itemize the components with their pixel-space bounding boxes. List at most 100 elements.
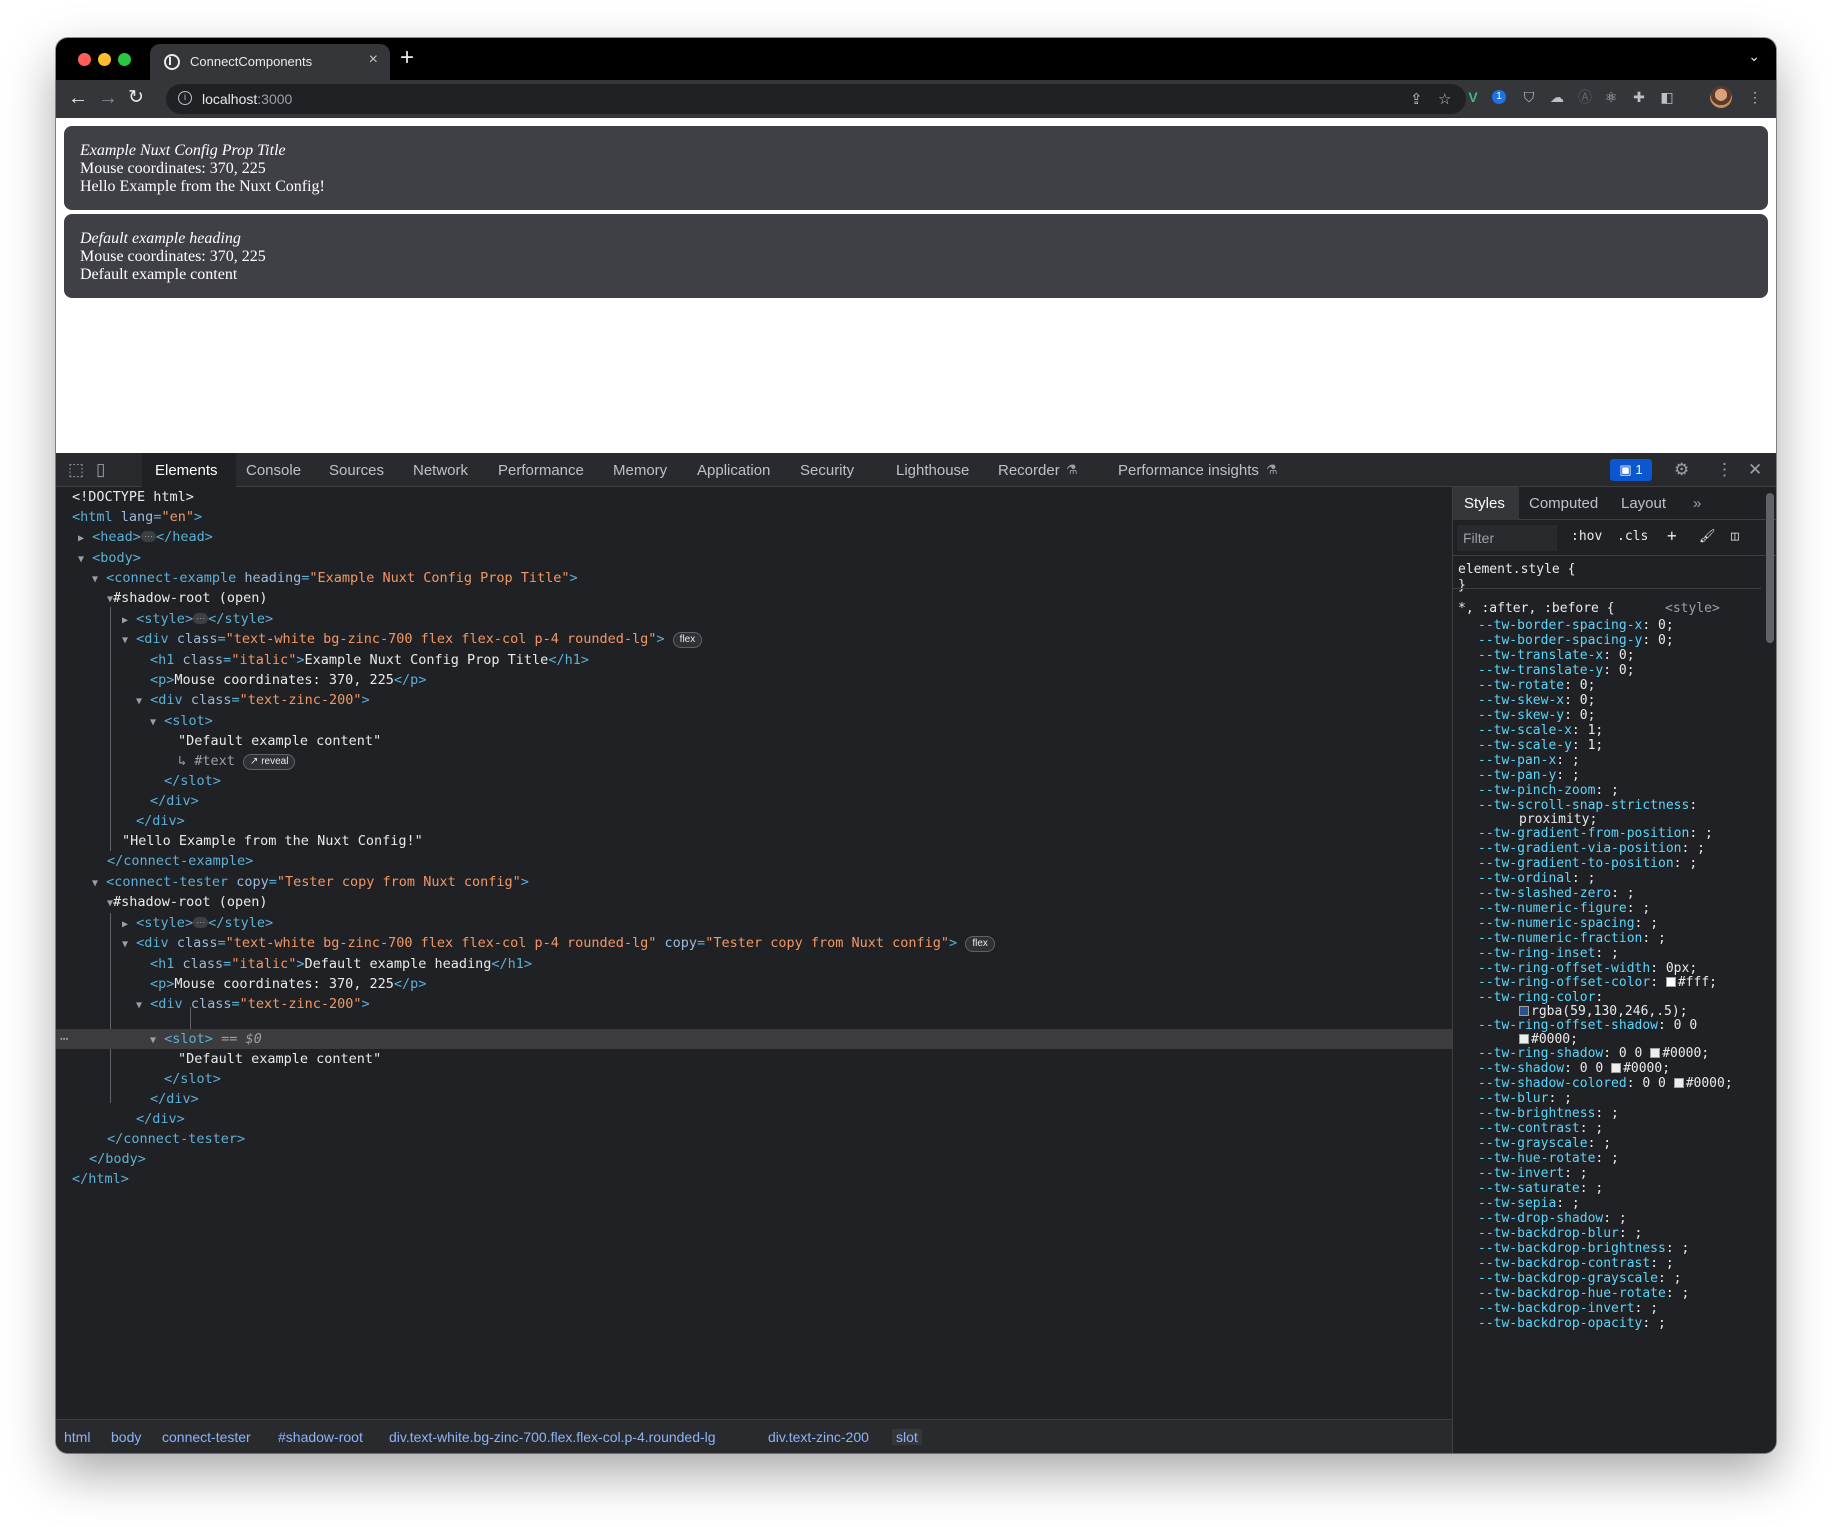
elements-tree[interactable]: ⋯ <!DOCTYPE html> <html lang="en"> ▶ <he… xyxy=(56,487,1452,1419)
breadcrumb-item[interactable]: #shadow-root xyxy=(278,1429,363,1445)
dom-node[interactable]: </div> xyxy=(136,811,185,831)
css-property[interactable]: --tw-translate-y: 0; xyxy=(1478,663,1635,678)
css-property[interactable]: --tw-backdrop-brightness: ; xyxy=(1478,1241,1689,1256)
paint-brush-icon[interactable]: 🖌 xyxy=(1699,529,1716,544)
hover-state-toggle[interactable]: :hov xyxy=(1571,529,1602,544)
reload-button[interactable]: ↻ xyxy=(128,86,144,110)
css-property[interactable]: --tw-ordinal: ; xyxy=(1478,871,1595,886)
dom-node[interactable]: </slot> xyxy=(164,771,221,791)
css-property[interactable]: --tw-scale-x: 1; xyxy=(1478,723,1603,738)
css-property[interactable]: --tw-pinch-zoom: ; xyxy=(1478,783,1619,798)
css-property[interactable]: --tw-ring-shadow: 0 0 #0000; xyxy=(1478,1046,1709,1061)
css-property[interactable]: --tw-scroll-snap-strictness: xyxy=(1478,798,1697,813)
css-property[interactable]: --tw-ring-offset-color: #fff; xyxy=(1478,975,1717,990)
devtools-menu-icon[interactable]: ⋮ xyxy=(1716,460,1733,480)
dom-node[interactable]: </connect-example> xyxy=(107,851,253,871)
tab-security[interactable]: Security xyxy=(800,462,854,479)
css-value[interactable]: #0000; xyxy=(1519,1032,1578,1047)
breadcrumb-item[interactable]: slot xyxy=(892,1429,922,1445)
css-property[interactable]: --tw-backdrop-hue-rotate: ; xyxy=(1478,1286,1689,1301)
inspect-element-icon[interactable]: ⬚ xyxy=(68,460,84,480)
tab-elements[interactable]: Elements xyxy=(155,462,218,479)
dom-node[interactable]: ▼ <div class="text-white bg-zinc-700 fle… xyxy=(122,629,703,649)
css-property[interactable]: --tw-gradient-to-position: ; xyxy=(1478,856,1697,871)
css-property[interactable]: --tw-numeric-fraction: ; xyxy=(1478,931,1666,946)
toggle-sidebar-icon[interactable]: ◫ xyxy=(1731,529,1739,544)
css-property[interactable]: --tw-slashed-zero: ; xyxy=(1478,886,1635,901)
tab-computed[interactable]: Computed xyxy=(1529,495,1598,512)
address-bar[interactable]: i localhost:3000 ⇪ ☆ xyxy=(166,84,1466,114)
tab-search-chevron-icon[interactable]: ⌄ xyxy=(1748,48,1760,65)
css-value[interactable]: proximity; xyxy=(1519,812,1597,827)
password-manager-extension-icon[interactable]: 1 xyxy=(1492,90,1506,104)
tab-lighthouse[interactable]: Lighthouse xyxy=(896,462,969,479)
close-devtools-icon[interactable]: ✕ xyxy=(1748,460,1762,480)
css-property[interactable]: --tw-skew-y: 0; xyxy=(1478,708,1595,723)
browser-tab[interactable]: ConnectComponents × xyxy=(150,44,390,80)
tab-layout[interactable]: Layout xyxy=(1621,495,1666,512)
dom-node[interactable]: ▼ <body> xyxy=(78,548,141,568)
browser-menu-icon[interactable]: ⋮ xyxy=(1746,88,1764,106)
dom-node[interactable]: </div> xyxy=(150,1089,199,1109)
node-actions-ellipsis[interactable]: ⋯ xyxy=(60,1029,68,1049)
css-property[interactable]: --tw-numeric-spacing: ; xyxy=(1478,916,1658,931)
css-property[interactable]: --tw-backdrop-opacity: ; xyxy=(1478,1316,1666,1331)
breadcrumb-item[interactable]: body xyxy=(111,1429,141,1445)
back-button[interactable]: ← xyxy=(68,86,88,110)
css-property[interactable]: --tw-scale-y: 1; xyxy=(1478,738,1603,753)
bookmark-star-icon[interactable]: ☆ xyxy=(1438,90,1451,108)
css-property[interactable]: --tw-grayscale: ; xyxy=(1478,1136,1611,1151)
dom-node[interactable]: ▼ <connect-example heading="Example Nuxt… xyxy=(92,568,578,588)
css-property[interactable]: --tw-gradient-from-position: ; xyxy=(1478,826,1713,841)
close-window-button[interactable] xyxy=(78,53,91,66)
dom-node[interactable]: ▼#shadow-root (open) xyxy=(107,892,267,912)
dom-node[interactable]: <html lang="en"> xyxy=(72,507,202,527)
dom-node[interactable]: ↳ #text ↗ reveal xyxy=(178,751,296,771)
dom-node[interactable]: </connect-tester> xyxy=(107,1129,245,1149)
tab-recorder[interactable]: Recorder xyxy=(998,462,1060,479)
css-property[interactable]: --tw-pan-y: ; xyxy=(1478,768,1580,783)
react-extension-icon[interactable]: ⚛ xyxy=(1602,88,1620,106)
cloud-extension-icon[interactable]: ☁ xyxy=(1548,88,1566,106)
side-panel-icon[interactable]: ◧ xyxy=(1658,88,1676,106)
breadcrumb-item[interactable]: div.text-white.bg-zinc-700.flex.flex-col… xyxy=(389,1429,716,1445)
dom-node[interactable]: </html> xyxy=(72,1169,129,1189)
css-property[interactable]: --tw-gradient-via-position: ; xyxy=(1478,841,1705,856)
dom-node[interactable]: ▼ <div class="text-zinc-200"> xyxy=(136,690,370,710)
tab-console[interactable]: Console xyxy=(246,462,301,479)
css-property[interactable]: --tw-backdrop-grayscale: ; xyxy=(1478,1271,1682,1286)
device-toolbar-icon[interactable]: ▯ xyxy=(96,460,105,480)
dom-node[interactable]: ▼ <div class="text-zinc-200"> xyxy=(136,994,370,1014)
dom-node[interactable]: ▶ <style> ⋯ </style> xyxy=(122,609,273,629)
css-property[interactable]: --tw-hue-rotate: ; xyxy=(1478,1151,1619,1166)
vue-devtools-extension-icon[interactable]: V xyxy=(1464,88,1482,106)
css-property[interactable]: --tw-skew-x: 0; xyxy=(1478,693,1595,708)
css-property[interactable]: --tw-translate-x: 0; xyxy=(1478,648,1635,663)
css-property[interactable]: --tw-brightness: ; xyxy=(1478,1106,1619,1121)
css-property[interactable]: --tw-shadow-colored: 0 0 #0000; xyxy=(1478,1076,1733,1091)
css-property[interactable]: --tw-invert: ; xyxy=(1478,1166,1588,1181)
tab-memory[interactable]: Memory xyxy=(613,462,667,479)
dom-node[interactable]: ▼ <slot> == $0 xyxy=(150,1029,262,1049)
tab-network[interactable]: Network xyxy=(413,462,468,479)
forward-button[interactable]: → xyxy=(98,86,118,110)
puzzle-extensions-icon[interactable]: ✚ xyxy=(1630,88,1648,106)
css-property[interactable]: --tw-ring-offset-width: 0px; xyxy=(1478,961,1697,976)
breadcrumb-item[interactable]: div.text-zinc-200 xyxy=(768,1429,869,1445)
tab-performance-insights[interactable]: Performance insights xyxy=(1118,462,1259,479)
css-value[interactable]: rgba(59,130,246,.5); xyxy=(1519,1004,1688,1019)
dom-node[interactable]: ▼ <div class="text-white bg-zinc-700 fle… xyxy=(122,933,995,953)
settings-gear-icon[interactable]: ⚙ xyxy=(1674,460,1689,480)
share-icon[interactable]: ⇪ xyxy=(1410,90,1423,108)
css-rules[interactable]: element.style { } *, :after, :before { <… xyxy=(1453,556,1761,1453)
selected-dom-node[interactable] xyxy=(56,1029,1452,1049)
breadcrumb-item[interactable]: connect-tester xyxy=(162,1429,251,1445)
reveal-button[interactable]: ↗ reveal xyxy=(243,754,296,770)
css-property[interactable]: --tw-backdrop-invert: ; xyxy=(1478,1301,1658,1316)
profile-avatar[interactable] xyxy=(1710,86,1732,108)
css-property[interactable]: --tw-backdrop-contrast: ; xyxy=(1478,1256,1674,1271)
dom-node[interactable]: <p>Mouse coordinates: 370, 225</p> xyxy=(150,974,426,994)
a-extension-icon[interactable]: Ⓐ xyxy=(1576,88,1594,106)
dom-node[interactable]: <h1 class="italic">Default example headi… xyxy=(150,954,532,974)
css-property[interactable]: --tw-border-spacing-y: 0; xyxy=(1478,633,1674,648)
